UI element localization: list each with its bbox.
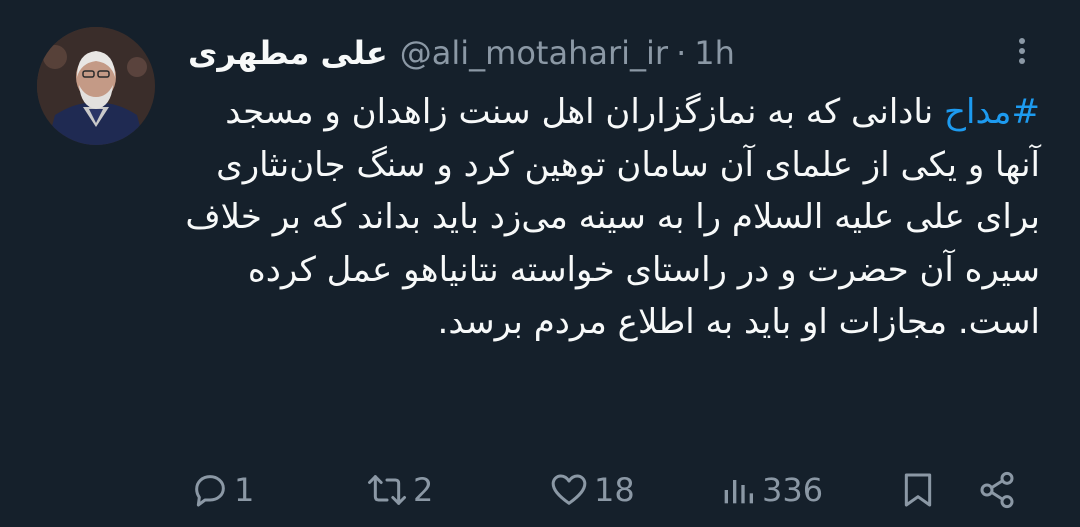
like-button[interactable]: 18	[548, 460, 635, 520]
more-icon[interactable]	[1012, 34, 1032, 74]
reply-count: 1	[234, 471, 255, 509]
separator-dot: ·	[676, 34, 687, 72]
reply-icon	[190, 470, 230, 510]
bookmark-icon	[898, 470, 938, 510]
action-bar: 1 2 18 336	[0, 460, 1080, 520]
views-button[interactable]: 336	[718, 460, 823, 520]
bookmark-button[interactable]	[898, 460, 938, 520]
reply-button[interactable]: 1	[190, 460, 254, 520]
retweet-button[interactable]: 2	[365, 460, 433, 520]
tweet-body: نادانی که به نمازگزاران اهل سنت زاهدان و…	[185, 92, 1040, 342]
share-button[interactable]	[976, 460, 1018, 520]
like-count: 18	[594, 471, 635, 509]
handle[interactable]: @ali_motahari_ir	[400, 34, 668, 72]
display-name[interactable]: علی مطهری	[188, 34, 388, 72]
views-count: 336	[762, 471, 824, 509]
hashtag-link[interactable]: #مداح	[944, 92, 1040, 132]
like-icon	[548, 470, 590, 510]
tweet-text: #مداح نادانی که به نمازگزاران اهل سنت زا…	[180, 86, 1040, 349]
views-icon	[718, 470, 758, 510]
avatar[interactable]	[37, 27, 155, 145]
retweet-icon	[365, 470, 409, 510]
retweet-count: 2	[413, 471, 434, 509]
timestamp[interactable]: 1h	[694, 34, 735, 72]
share-icon	[976, 470, 1018, 510]
tweet: علی مطهری @ali_motahari_ir · 1h #مداح نا…	[0, 0, 1080, 527]
tweet-header: علی مطهری @ali_motahari_ir · 1h	[188, 28, 735, 78]
